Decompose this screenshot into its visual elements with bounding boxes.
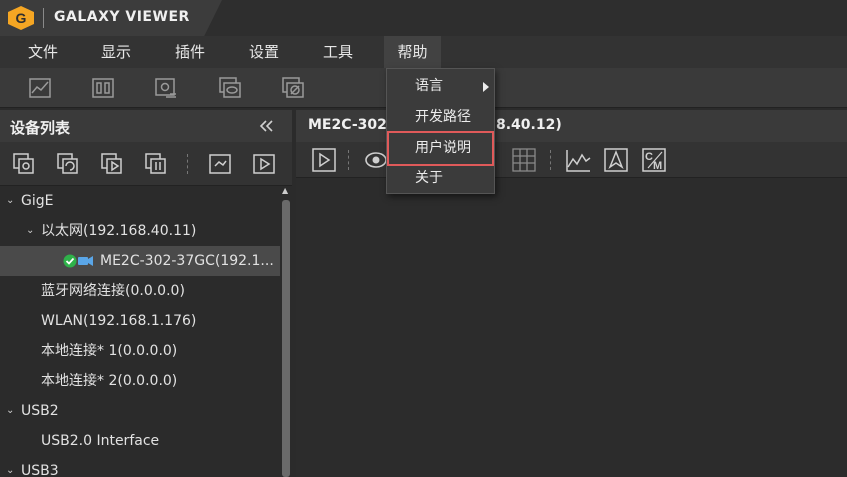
two-panel-icon[interactable] [89, 74, 117, 102]
play-icon[interactable] [310, 146, 338, 174]
galaxy-logo: G [8, 6, 34, 30]
device-list-header: 设备列表 [0, 110, 292, 142]
capture-settings-icon[interactable] [152, 74, 180, 102]
menu-help[interactable]: 帮助 [384, 36, 441, 68]
hide-layers-icon[interactable] [279, 74, 307, 102]
view-panel: ME2C-302 8.40.12) CM [296, 110, 847, 477]
tree-node-usb2[interactable]: ⌄ USB2 [0, 396, 280, 426]
menu-tools[interactable]: 工具 [309, 36, 367, 68]
tree-label: 蓝牙网络连接(0.0.0.0) [41, 283, 185, 299]
title-separator [43, 8, 44, 28]
help-menu-language[interactable]: 语言 [387, 71, 494, 102]
play-device-icon[interactable] [98, 150, 126, 178]
scroll-thumb[interactable] [282, 200, 290, 477]
play-icon[interactable] [250, 150, 278, 178]
menu-item-label: 语言 [415, 78, 443, 94]
view-title: ME2C-302 [308, 117, 387, 133]
tool-separator [550, 150, 551, 170]
submenu-arrow-icon [483, 82, 489, 92]
tree-node-usb3[interactable]: ⌄ USB3 [0, 456, 280, 477]
camera-connected-icon [63, 254, 93, 268]
chevron-down-icon[interactable]: ⌄ [6, 396, 14, 426]
tree-label: ME2C-302-37GC(192.1... [100, 253, 274, 269]
image-view-area[interactable] [296, 178, 847, 477]
view-layers-icon[interactable] [216, 74, 244, 102]
app-title: GALAXY VIEWER [54, 9, 190, 25]
help-menu-about[interactable]: 关于 [387, 163, 494, 194]
menu-plugins[interactable]: 插件 [161, 36, 219, 68]
user-guide-highlight [387, 131, 494, 166]
device-tools [0, 142, 292, 186]
tree-label: 本地连接* 2(0.0.0.0) [41, 373, 178, 389]
menu-bar: 文件 显示 插件 设置 工具 帮助 [0, 36, 847, 68]
grid-icon[interactable] [510, 146, 538, 174]
chevron-down-icon[interactable]: ⌄ [6, 186, 14, 216]
tree-label: USB3 [21, 463, 59, 477]
tree-scrollbar[interactable]: ▲ [280, 186, 292, 477]
tree-node-local1[interactable]: 本地连接* 1(0.0.0.0) [0, 336, 280, 366]
title-bar: G GALAXY VIEWER [0, 0, 847, 36]
tree-node-gige[interactable]: ⌄ GigE [0, 186, 280, 216]
tree-node-wlan[interactable]: WLAN(192.168.1.176) [0, 306, 280, 336]
tool-separator [187, 154, 188, 174]
device-list-panel: 设备列表 ⌄ GigE ⌄ 以太网(192.168.40.11) ME2C-30… [0, 110, 292, 477]
refresh-device-icon[interactable] [54, 150, 82, 178]
tree-label: WLAN(192.168.1.176) [41, 313, 197, 329]
tree-node-local2[interactable]: 本地连接* 2(0.0.0.0) [0, 366, 280, 396]
svg-text:C: C [645, 151, 653, 163]
navigate-icon[interactable] [602, 146, 630, 174]
tree-label: 本地连接* 1(0.0.0.0) [41, 343, 178, 359]
menu-item-label: 开发路径 [415, 109, 471, 125]
view-title-suffix: 8.40.12) [496, 117, 562, 133]
chevron-down-icon[interactable]: ⌄ [6, 456, 14, 477]
chevron-down-icon[interactable]: ⌄ [26, 216, 34, 246]
menu-file[interactable]: 文件 [14, 36, 72, 68]
device-tree: ⌄ GigE ⌄ 以太网(192.168.40.11) ME2C-302-37G… [0, 186, 280, 477]
help-menu-dev-path[interactable]: 开发路径 [387, 102, 494, 133]
tree-label: 以太网(192.168.40.11) [41, 223, 197, 239]
tree-node-ethernet[interactable]: ⌄ 以太网(192.168.40.11) [0, 216, 280, 246]
tree-label: GigE [21, 193, 54, 209]
menu-settings[interactable]: 设置 [235, 36, 293, 68]
view-toolbar: CM [296, 142, 847, 178]
histogram-icon[interactable] [564, 146, 592, 174]
settings-device-icon[interactable] [206, 150, 234, 178]
tree-label: USB2 [21, 403, 59, 419]
svg-text:M: M [653, 160, 662, 172]
scroll-up-icon[interactable]: ▲ [282, 186, 288, 195]
tool-separator [348, 150, 349, 170]
tree-node-camera[interactable]: ME2C-302-37GC(192.1... [0, 246, 280, 276]
image-chart-icon[interactable] [26, 74, 54, 102]
view-header: ME2C-302 8.40.12) [296, 110, 847, 142]
logo-letter: G [16, 10, 27, 26]
menu-display[interactable]: 显示 [87, 36, 145, 68]
open-device-icon[interactable] [10, 150, 38, 178]
tree-node-bluetooth[interactable]: 蓝牙网络连接(0.0.0.0) [0, 276, 280, 306]
tree-node-usb2-interface[interactable]: USB2.0 Interface [0, 426, 280, 456]
menu-item-label: 关于 [415, 170, 443, 186]
stop-device-icon[interactable] [142, 150, 170, 178]
cm-icon[interactable]: CM [640, 146, 668, 174]
tree-label: USB2.0 Interface [41, 433, 160, 449]
device-list-title: 设备列表 [10, 119, 71, 137]
double-chevron-left-icon[interactable] [258, 117, 274, 135]
